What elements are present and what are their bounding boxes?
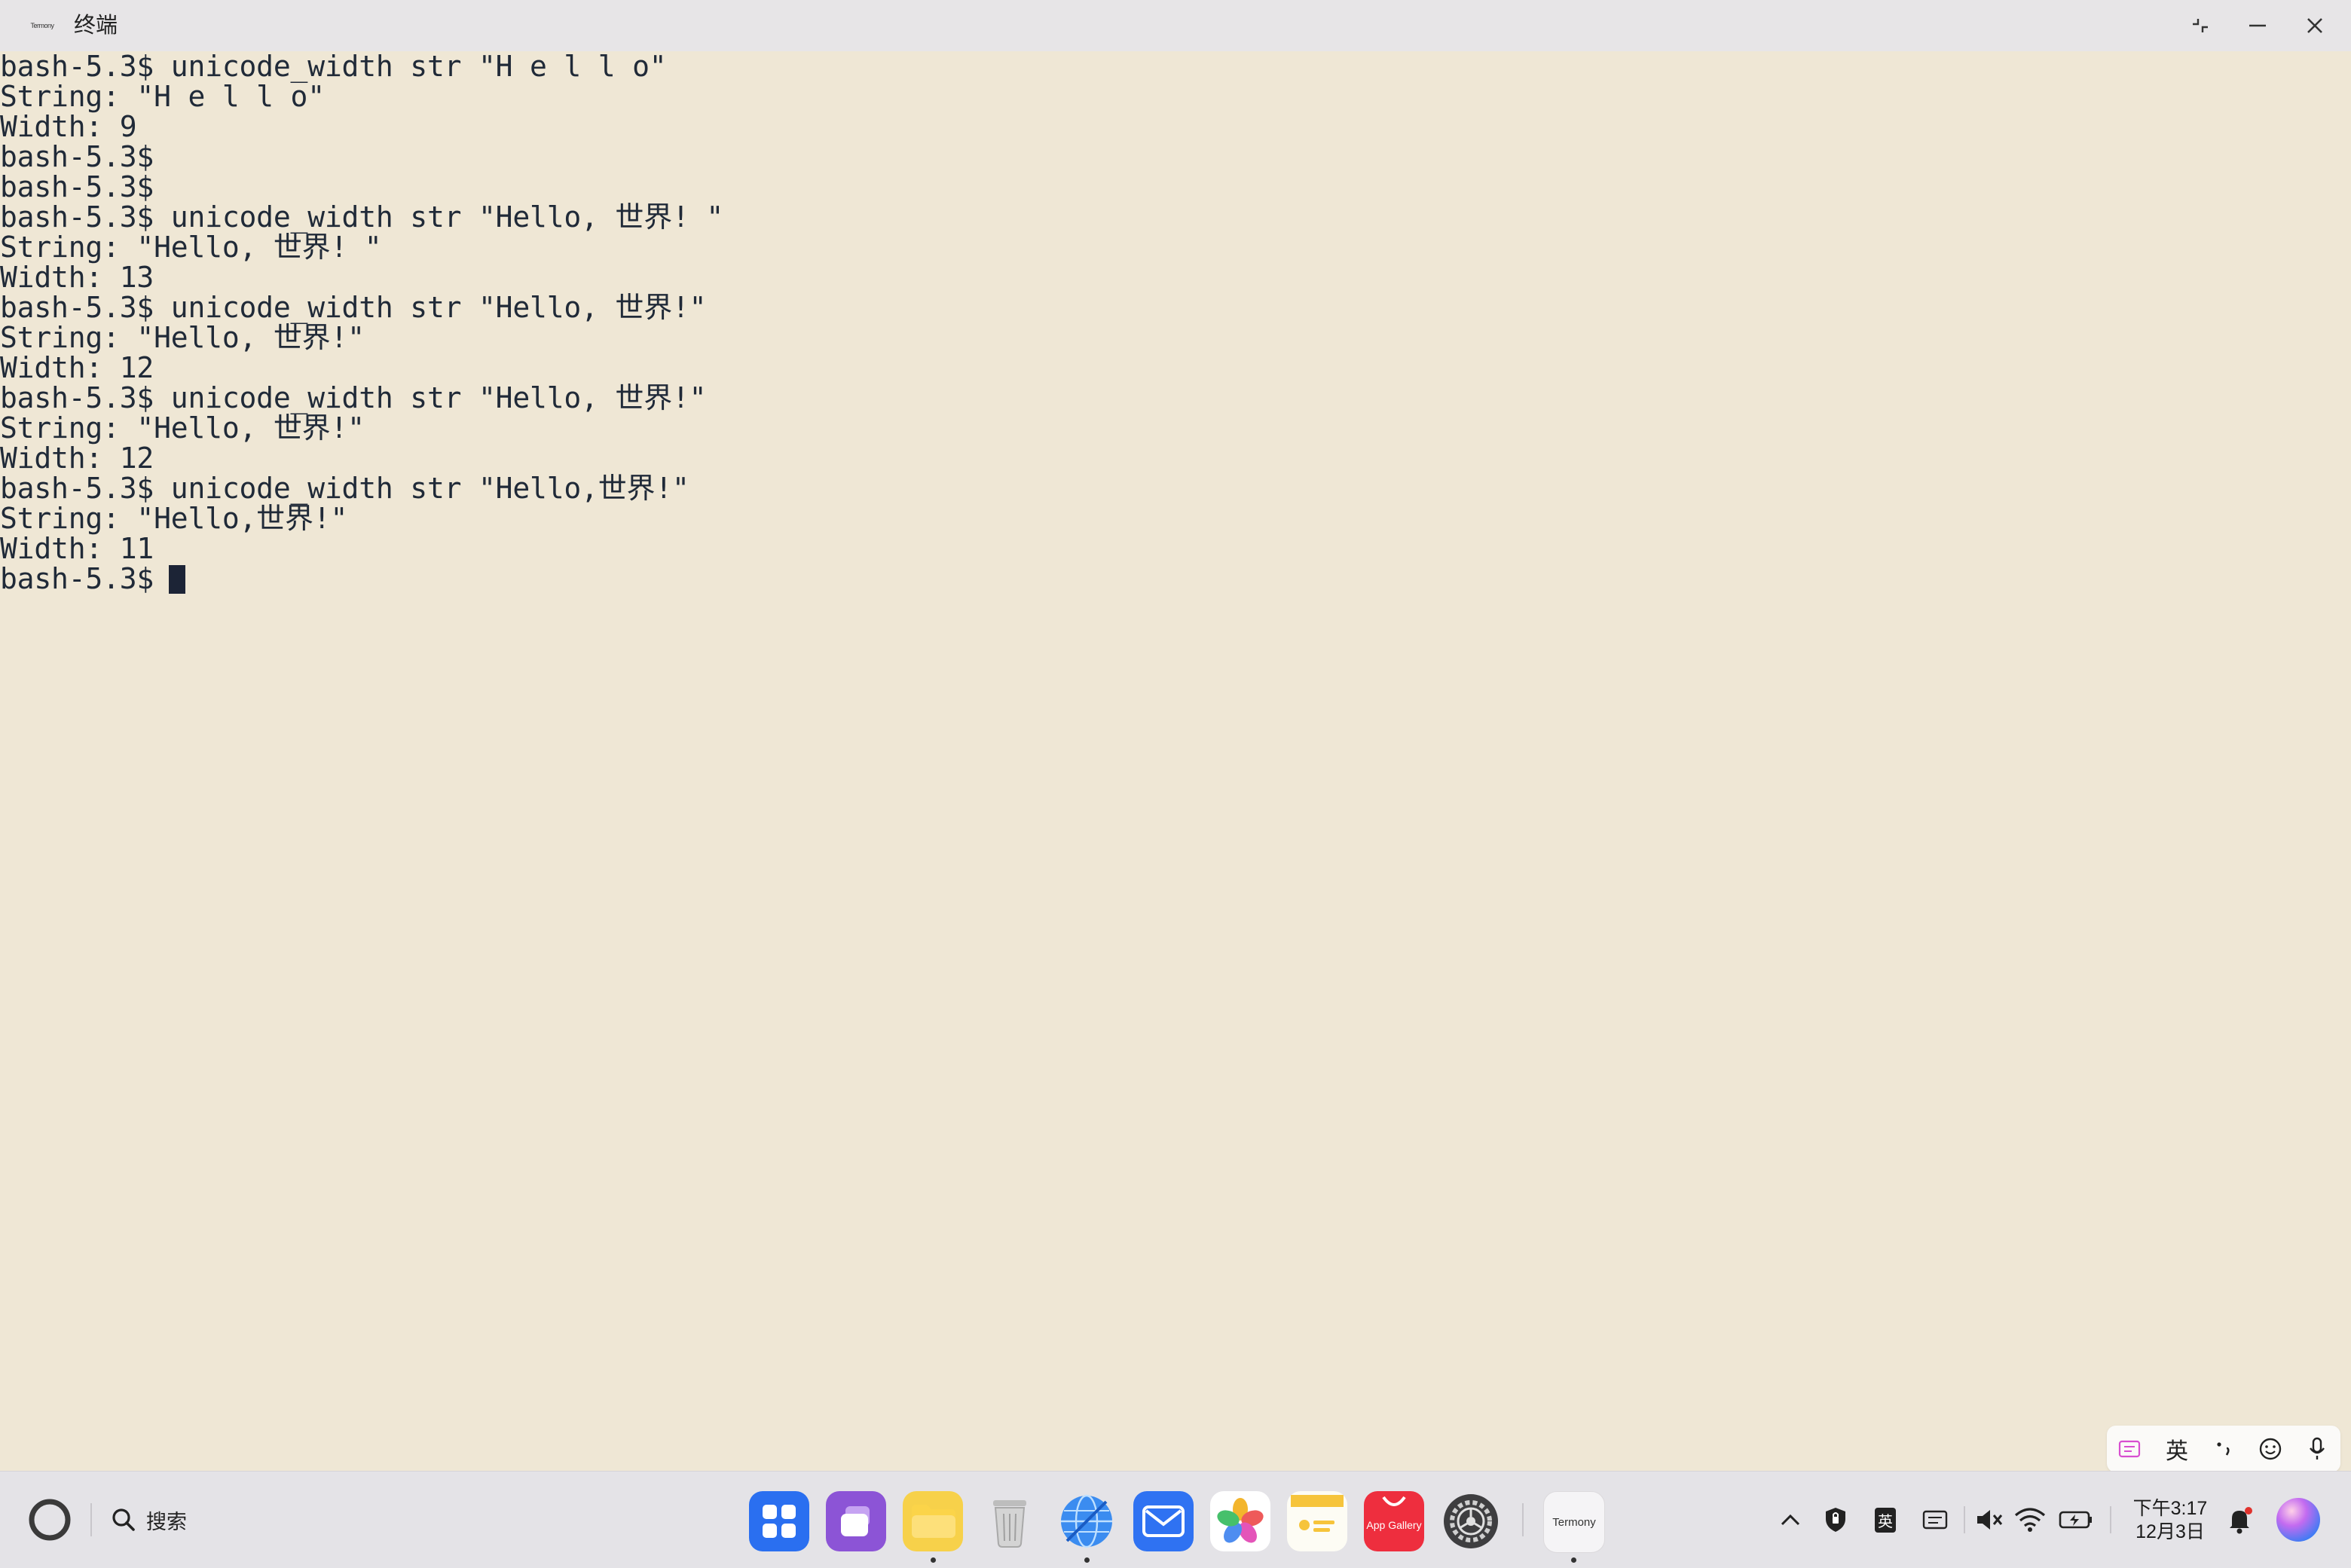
terminal-line: bash-5.3$ unicode_width str "Hello, 世界!" bbox=[0, 381, 707, 414]
notification-badge bbox=[2245, 1507, 2252, 1515]
minimize-button[interactable] bbox=[2241, 11, 2274, 41]
tray-battery[interactable] bbox=[2057, 1502, 2095, 1538]
dock-termony[interactable]: Termony bbox=[1543, 1491, 1605, 1553]
tray-security[interactable] bbox=[1821, 1502, 1851, 1538]
terminal-line: String: "Hello, 世界! " bbox=[0, 231, 382, 264]
ime-emoji-button[interactable] bbox=[2252, 1430, 2289, 1468]
close-icon bbox=[2307, 18, 2322, 33]
terminal-line: bash-5.3$ unicode_width str "Hello, 世界!" bbox=[0, 291, 707, 324]
tray-divider bbox=[1964, 1506, 1965, 1533]
dock-trash[interactable] bbox=[980, 1491, 1040, 1551]
running-indicator bbox=[1084, 1557, 1090, 1563]
terminal-line: Width: 12 bbox=[0, 442, 154, 475]
clock[interactable]: 下午3:17 12月3日 bbox=[2129, 1497, 2211, 1544]
terminal-line: bash-5.3$ unicode_width str "Hello,世界!" bbox=[0, 472, 689, 505]
taskbar-divider bbox=[90, 1503, 92, 1536]
appgallery-icon: App Gallery bbox=[1366, 1496, 1422, 1531]
dock-settings[interactable] bbox=[1441, 1491, 1501, 1551]
restore-window-button[interactable] bbox=[2184, 11, 2217, 41]
ime-toolbar: 英 bbox=[2107, 1426, 2340, 1472]
terminal-line: Width: 9 bbox=[0, 110, 137, 143]
assistant-button[interactable] bbox=[2273, 1494, 2324, 1545]
battery-charging-icon bbox=[2059, 1511, 2092, 1529]
assistant-orb-icon bbox=[2276, 1498, 2320, 1542]
trash-icon bbox=[993, 1500, 1026, 1548]
globe-icon bbox=[1061, 1494, 1112, 1548]
start-circle-icon bbox=[29, 1499, 71, 1541]
dock-notes[interactable] bbox=[1287, 1491, 1347, 1551]
clock-time: 下午3:17 bbox=[2132, 1498, 2208, 1519]
terminal-line: Width: 12 bbox=[0, 351, 154, 384]
terminal-line: String: "H e l l o" bbox=[0, 80, 325, 113]
search-label: 搜索 bbox=[146, 1510, 187, 1533]
terminal-output[interactable]: bash-5.3$ unicode_width str "H e l l o" … bbox=[0, 51, 2351, 1471]
running-indicator bbox=[931, 1557, 936, 1563]
terminal-line: String: "Hello,世界!" bbox=[0, 502, 348, 535]
terminal-line: Width: 13 bbox=[0, 261, 154, 294]
volume-muted-icon bbox=[1977, 1510, 2003, 1530]
terminal-line: String: "Hello, 世界!" bbox=[0, 321, 365, 354]
ime-punctuation-button[interactable] bbox=[2205, 1430, 2242, 1468]
tray-wifi[interactable] bbox=[2012, 1502, 2048, 1538]
keyboard-icon bbox=[2118, 1440, 2141, 1458]
dock-photos[interactable] bbox=[1210, 1491, 1270, 1551]
taskbar-divider bbox=[1522, 1503, 1524, 1536]
termony-icon: Termony bbox=[1552, 1515, 1596, 1529]
dock-app-center[interactable] bbox=[749, 1491, 809, 1551]
grid-icon bbox=[763, 1505, 796, 1538]
dock-app-gallery[interactable]: App Gallery bbox=[1364, 1491, 1424, 1551]
terminal-line: bash-5.3$ unicode_width str "H e l l o" bbox=[0, 51, 667, 83]
terminal-line: bash-5.3$ bbox=[0, 170, 154, 203]
terminal-prompt: bash-5.3$ bbox=[0, 562, 154, 595]
gear-icon bbox=[1444, 1494, 1498, 1548]
app-gallery-label: App Gallery bbox=[1366, 1519, 1421, 1531]
wifi-icon bbox=[2014, 1508, 2046, 1532]
close-button[interactable] bbox=[2298, 11, 2331, 41]
multitask-icon bbox=[841, 1506, 870, 1536]
dock-multitask[interactable] bbox=[826, 1491, 886, 1551]
window-title: 终端 bbox=[74, 14, 118, 38]
emoji-icon bbox=[2259, 1438, 2282, 1460]
mail-icon bbox=[1142, 1505, 1185, 1537]
punctuation-icon bbox=[2217, 1442, 2230, 1456]
ime-language-toggle[interactable]: 英 bbox=[2158, 1430, 2196, 1468]
bell-icon bbox=[2230, 1507, 2252, 1534]
chevron-up-icon bbox=[1781, 1514, 1800, 1526]
ime-keyboard-button[interactable] bbox=[2111, 1430, 2149, 1468]
notes-icon bbox=[1291, 1495, 1344, 1532]
start-button[interactable] bbox=[24, 1494, 75, 1545]
tray-divider bbox=[2110, 1506, 2111, 1533]
taskbar: 搜索 App Gallery Termony 英 下午3:17 12月3日 bbox=[0, 1471, 2351, 1568]
terminal-prompt-line[interactable]: bash-5.3$ bbox=[0, 564, 2351, 594]
running-indicator bbox=[1571, 1557, 1576, 1563]
search-icon bbox=[112, 1508, 135, 1531]
tray-ime-indicator[interactable]: 英 bbox=[1870, 1502, 1900, 1538]
shield-icon bbox=[1826, 1508, 1845, 1532]
ime-voice-button[interactable] bbox=[2298, 1430, 2336, 1468]
termony-app-icon: Termony bbox=[30, 22, 54, 29]
tray-volume[interactable] bbox=[1973, 1502, 2006, 1538]
tray-ime-label: 英 bbox=[1875, 1507, 1896, 1533]
clock-date: 12月3日 bbox=[2135, 1521, 2205, 1542]
terminal-line: bash-5.3$ bbox=[0, 140, 154, 173]
tray-keyboard[interactable] bbox=[1920, 1502, 1950, 1538]
mic-icon bbox=[2310, 1437, 2325, 1459]
notifications-button[interactable] bbox=[2223, 1502, 2256, 1538]
dock-files[interactable] bbox=[903, 1491, 963, 1551]
search-button[interactable]: 搜索 bbox=[110, 1496, 187, 1544]
minimize-icon bbox=[2249, 24, 2266, 27]
dock-mail[interactable] bbox=[1133, 1491, 1194, 1551]
restore-icon bbox=[2193, 19, 2208, 32]
text-cursor bbox=[169, 565, 186, 594]
dock-browser[interactable] bbox=[1056, 1491, 1117, 1551]
folder-icon bbox=[912, 1505, 955, 1538]
terminal-line: String: "Hello, 世界!" bbox=[0, 411, 365, 445]
keyboard-icon bbox=[1922, 1510, 1948, 1530]
terminal-line: bash-5.3$ unicode_width str "Hello, 世界! … bbox=[0, 200, 724, 234]
tray-expand-button[interactable] bbox=[1775, 1502, 1805, 1538]
title-bar: Termony 终端 bbox=[0, 0, 2351, 51]
terminal-line: Width: 11 bbox=[0, 532, 154, 565]
flower-icon bbox=[1217, 1498, 1264, 1543]
